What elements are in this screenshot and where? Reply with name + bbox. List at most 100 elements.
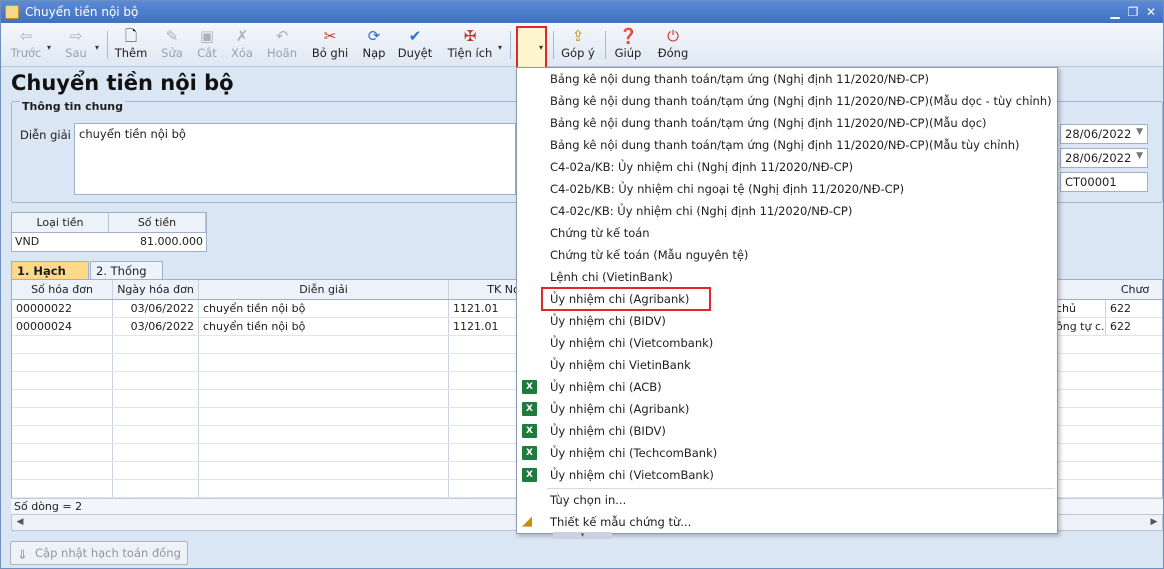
edit-icon: ✎ — [165, 27, 179, 45]
col-description[interactable]: Diễn giải — [199, 280, 449, 299]
check-icon: ✔ — [408, 27, 422, 45]
unpost-icon: ✂ — [323, 27, 337, 45]
date-field-2[interactable]: 28/06/2022 ▼ — [1060, 148, 1148, 168]
excel-icon: X — [522, 446, 537, 460]
menu-item-design-template[interactable]: ◢ Thiết kế mẫu chứng từ... — [517, 511, 1057, 533]
cut-button[interactable]: ▣ Cắt — [192, 25, 222, 65]
excel-icon: X — [522, 424, 537, 438]
close-window-icon[interactable]: ✕ — [1143, 4, 1159, 20]
cell-partial: ông tự c... — [1052, 318, 1106, 335]
cell-code: 622 — [1110, 302, 1131, 315]
excel-icon: X — [522, 468, 537, 482]
arrow-down-icon: ⇓ — [17, 548, 28, 563]
menu-item[interactable]: Ủy nhiệm chi VietinBank — [517, 354, 1057, 376]
print-dropdown-icon[interactable]: ▾ — [539, 43, 543, 52]
menu-item[interactable]: Bảng kê nội dung thanh toán/tạm ứng (Ngh… — [517, 112, 1057, 134]
agribank-highlight — [541, 287, 711, 311]
new-document-icon: 🗋 — [124, 27, 138, 45]
menu-item[interactable]: Chứng từ kế toán — [517, 222, 1057, 244]
feedback-button[interactable]: ⇪ Góp ý — [560, 25, 596, 65]
scroll-left-icon[interactable]: ◀ — [12, 515, 28, 530]
excel-icon: X — [522, 402, 537, 416]
amount-cell[interactable]: 81.000.000 — [109, 233, 206, 251]
menu-item[interactable]: C4-02c/KB: Ủy nhiệm chi (Nghị định 11/20… — [517, 200, 1057, 222]
prev-button[interactable]: ⇦ Trước — [7, 25, 45, 65]
col-invoice-no[interactable]: Số hóa đơn — [12, 280, 113, 299]
dropdown-icon[interactable]: ▼ — [1136, 151, 1143, 161]
prev-dropdown-icon[interactable]: ▾ — [47, 43, 51, 52]
currency-type-cell[interactable]: VND — [12, 233, 109, 251]
toolbar-separator — [107, 31, 108, 59]
cell-date: 03/06/2022 — [113, 300, 199, 317]
menu-item[interactable]: C4-02a/KB: Ủy nhiệm chi (Nghị định 11/20… — [517, 156, 1057, 178]
col-chapter[interactable]: Chươ — [1106, 280, 1162, 299]
menu-item[interactable]: Ủy nhiệm chi (Vietcombank) — [517, 332, 1057, 354]
cell-description: chuyển tiền nội bộ — [199, 300, 449, 317]
help-button[interactable]: ❓ Giúp — [613, 25, 643, 65]
menu-item[interactable]: X Ủy nhiệm chi (Agribank) — [517, 398, 1057, 420]
delete-button[interactable]: ✗ Xóa — [226, 25, 258, 65]
main-window: Chuyển tiền nội bộ ▁ ❐ ✕ ⇦ Trước ▾ ⇨ Sau ▾… — [0, 0, 1164, 569]
menu-item[interactable]: Bảng kê nội dung thanh toán/tạm ứng (Ngh… — [517, 90, 1057, 112]
minimize-icon[interactable]: ▁ — [1107, 4, 1123, 20]
window-title: Chuyển tiền nội bộ — [25, 5, 139, 19]
approve-button[interactable]: ✔ Duyệt — [397, 25, 433, 65]
menu-item[interactable]: Bảng kê nội dung thanh toán/tạm ứng (Ngh… — [517, 68, 1057, 90]
update-accounting-button[interactable]: ⇓Cập nhật hạch toán đồng thời — [10, 541, 188, 565]
arrow-left-icon: ⇦ — [19, 27, 33, 45]
menu-item[interactable]: Bảng kê nội dung thanh toán/tạm ứng (Ngh… — [517, 134, 1057, 156]
save-icon: ▣ — [199, 27, 215, 45]
next-button[interactable]: ⇨ Sau — [58, 25, 94, 65]
menu-item[interactable]: X Ủy nhiệm chi (VietcomBank) — [517, 464, 1057, 486]
menu-item[interactable]: Ủy nhiệm chi (BIDV) — [517, 310, 1057, 332]
reload-button[interactable]: ⟳ Nạp — [359, 25, 389, 65]
dropdown-icon[interactable]: ▼ — [1136, 127, 1143, 137]
currency-type-header: Loại tiền — [12, 213, 109, 232]
cell-code: 622 — [1110, 320, 1131, 333]
cell-invoice: 00000022 — [12, 300, 113, 317]
undo-icon: ↶ — [275, 27, 289, 45]
menu-item[interactable]: C4-02b/KB: Ủy nhiệm chi ngoại tệ (Nghị đ… — [517, 178, 1057, 200]
excel-icon: X — [522, 380, 537, 394]
title-bar: Chuyển tiền nội bộ ▁ ❐ ✕ — [1, 1, 1163, 23]
menu-item-print-options[interactable]: Tùy chọn in... — [517, 489, 1057, 511]
power-icon: ⏻ — [667, 27, 679, 45]
tools-icon: ✠ — [463, 27, 477, 45]
toolbar-separator — [553, 31, 554, 59]
feedback-icon: ⇪ — [571, 27, 585, 45]
restore-icon[interactable]: ❐ — [1125, 4, 1141, 20]
utilities-dropdown-icon[interactable]: ▾ — [498, 43, 502, 52]
close-button[interactable]: ⏻ Đóng — [655, 25, 691, 65]
desc-label: Diễn giải — [20, 128, 71, 142]
menu-item[interactable]: X Ủy nhiệm chi (TechcomBank) — [517, 442, 1057, 464]
menu-resize-grip[interactable]: ▾ — [553, 532, 612, 539]
col-invoice-date[interactable]: Ngày hóa đơn — [113, 280, 199, 299]
post-button[interactable]: ✂ Bỏ ghi — [309, 25, 351, 65]
edit-button[interactable]: ✎ Sửa — [156, 25, 188, 65]
menu-item[interactable]: Lệnh chi (VietinBank) — [517, 266, 1057, 288]
toolbar-separator — [605, 31, 606, 59]
ruler-icon: ◢ — [522, 514, 532, 529]
date-field-1[interactable]: 28/06/2022 ▼ — [1060, 124, 1148, 144]
arrow-right-icon: ⇨ — [69, 27, 83, 45]
reload-icon: ⟳ — [367, 27, 381, 45]
menu-item[interactable]: X Ủy nhiệm chi (BIDV) — [517, 420, 1057, 442]
delete-icon: ✗ — [235, 27, 249, 45]
menu-item[interactable]: X Ủy nhiệm chi (ACB) — [517, 376, 1057, 398]
utilities-button[interactable]: ✠ Tiện ích — [445, 25, 495, 65]
menu-item[interactable]: Chứng từ kế toán (Mẫu nguyên tệ) — [517, 244, 1057, 266]
next-dropdown-icon[interactable]: ▾ — [95, 43, 99, 52]
voucher-number-field[interactable]: CT00001 — [1060, 172, 1148, 192]
cell-date: 03/06/2022 — [113, 318, 199, 335]
help-icon: ❓ — [619, 27, 638, 45]
tab-accounting[interactable]: 1. Hạch toán — [11, 261, 89, 296]
add-button[interactable]: 🗋 Thêm — [113, 25, 149, 65]
currency-table: Loại tiền Số tiền VND 81.000.000 — [11, 212, 207, 252]
description-field[interactable]: chuyển tiền nội bộ — [74, 123, 516, 195]
scroll-right-icon[interactable]: ▶ — [1146, 515, 1162, 530]
undo-button[interactable]: ↶ Hoãn — [265, 25, 299, 65]
amount-header: Số tiền — [109, 213, 206, 232]
page-title: Chuyển tiền nội bộ — [11, 71, 234, 95]
tab-statistics[interactable]: 2. Thống kê — [90, 261, 163, 296]
group-label: Thông tin chung — [20, 100, 126, 113]
